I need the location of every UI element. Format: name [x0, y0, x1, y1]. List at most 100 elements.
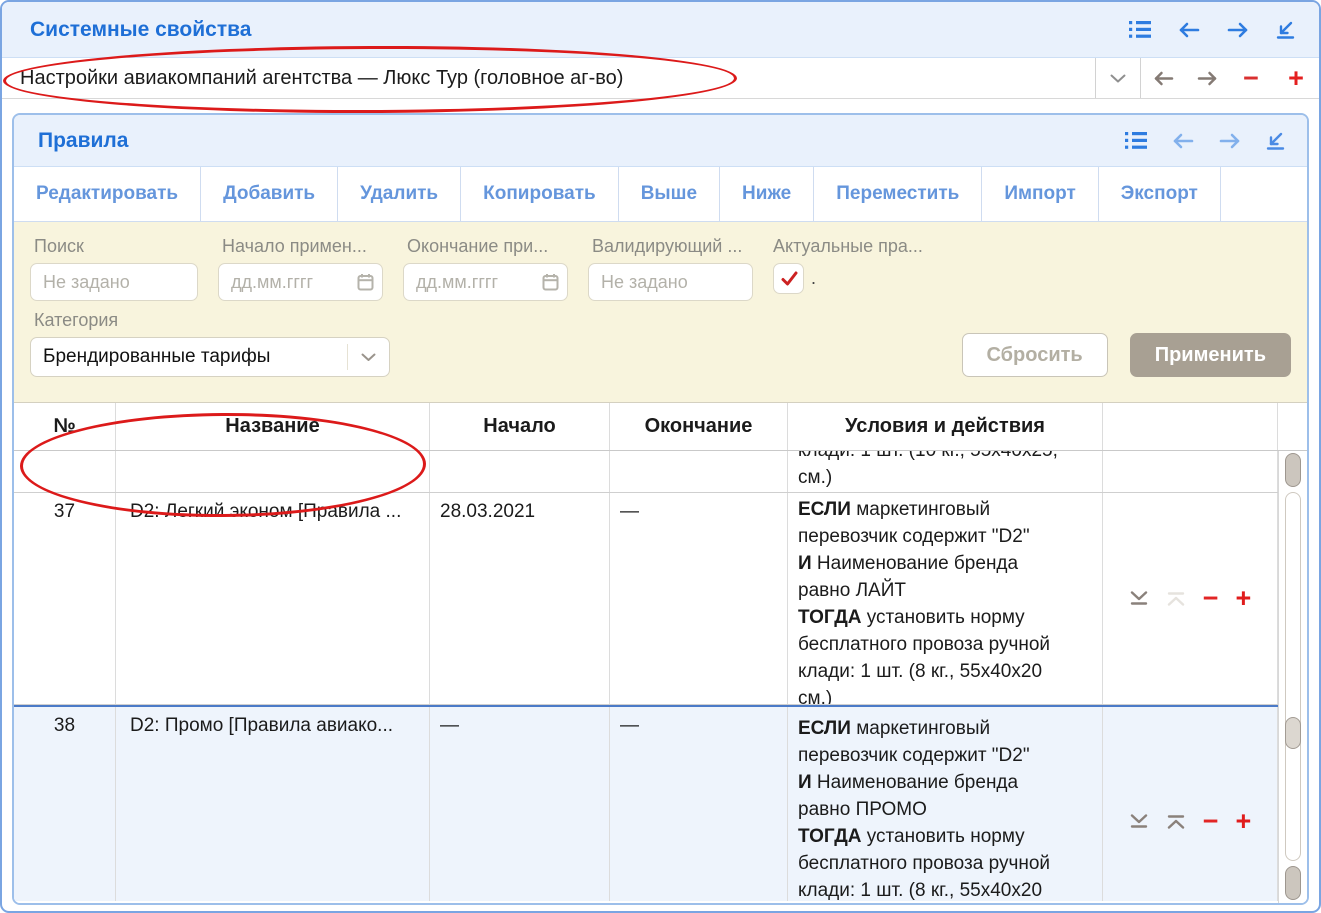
move-button[interactable]: Переместить	[814, 167, 982, 221]
condition-line: И Наименование бренда	[798, 550, 1094, 577]
export-button[interactable]: Экспорт	[1099, 167, 1221, 221]
arrow-left-icon[interactable]	[1178, 22, 1200, 38]
arrow-left-icon[interactable]	[1172, 133, 1194, 149]
rules-table-header: № Название Начало Окончание Условия и де…	[14, 403, 1307, 451]
actual-rules-checkbox[interactable]	[773, 263, 804, 294]
column-header-end[interactable]: Окончание	[610, 403, 788, 450]
rule-row[interactable]: клади: 1 шт. (10 кг., 55х40х25,см.)	[14, 451, 1307, 493]
conditions-text: ЕСЛИ маркетинговыйперевозчик содержит "D…	[798, 496, 1094, 704]
rule-conditions-cell: клади: 1 шт. (10 кг., 55х40х25,см.)	[788, 451, 1103, 492]
copy-button[interactable]: Копировать	[461, 167, 619, 221]
scroll-up-button[interactable]	[1285, 453, 1301, 487]
condition-line: перевозчик содержит "D2"	[798, 742, 1094, 769]
column-header-actions	[1103, 403, 1278, 450]
rule-conditions-cell: ЕСЛИ маркетинговыйперевозчик содержит "D…	[788, 493, 1103, 704]
category-select[interactable]: Брендированные тарифы	[30, 337, 390, 377]
arrow-left-icon[interactable]	[1141, 58, 1185, 98]
edit-button[interactable]: Редактировать	[14, 167, 201, 221]
checkmark-icon	[779, 270, 799, 288]
move-to-top-icon[interactable]	[1166, 814, 1186, 829]
arrow-right-icon[interactable]	[1227, 22, 1249, 38]
rule-row-actions: −+	[1103, 493, 1278, 704]
remove-icon[interactable]: −	[1203, 585, 1219, 612]
category-filter: Категория Брендированные тарифы	[30, 306, 390, 377]
end-date-label: Окончание при...	[407, 236, 568, 257]
list-icon[interactable]	[1129, 21, 1151, 38]
context-selector-value: Настройки авиакомпаний агентства — Люкс …	[2, 67, 623, 90]
arrow-right-icon[interactable]	[1185, 58, 1229, 98]
scrollbar[interactable]	[1278, 451, 1307, 903]
rules-table-body: клади: 1 шт. (10 кг., 55х40х25,см.)37D2:…	[14, 451, 1307, 903]
window-title: Системные свойства	[30, 18, 251, 42]
checkbox-suffix: .	[811, 268, 816, 289]
move-to-end-icon[interactable]	[1129, 591, 1149, 606]
validator-filter: Валидирующий ...	[588, 232, 753, 301]
end-date-filter: Окончание при...	[403, 232, 568, 301]
rules-toolbar: Редактировать Добавить Удалить Копироват…	[14, 167, 1307, 222]
reset-button[interactable]: Сбросить	[962, 333, 1108, 377]
list-icon[interactable]	[1125, 132, 1147, 149]
dock-icon[interactable]	[1276, 21, 1295, 39]
column-header-conditions[interactable]: Условия и действия	[788, 403, 1103, 450]
dock-icon[interactable]	[1266, 132, 1285, 150]
calendar-icon[interactable]	[357, 273, 374, 291]
toolbar-filler	[1221, 167, 1307, 221]
rule-name-cell	[116, 451, 430, 492]
start-date-filter: Начало примен...	[218, 232, 383, 301]
chevron-down-icon[interactable]	[1096, 58, 1140, 98]
rule-row[interactable]: 38D2: Промо [Правила авиако...——ЕСЛИ мар…	[14, 705, 1307, 901]
move-to-end-icon[interactable]	[1129, 814, 1149, 829]
delete-button[interactable]: Удалить	[338, 167, 461, 221]
start-date-label: Начало примен...	[222, 236, 383, 257]
minus-icon[interactable]: −	[1229, 58, 1273, 98]
rule-conditions-cell: ЕСЛИ маркетинговыйперевозчик содержит "D…	[788, 707, 1103, 901]
scroll-down-button[interactable]	[1285, 866, 1301, 900]
column-header-start[interactable]: Начало	[430, 403, 610, 450]
arrow-right-icon[interactable]	[1219, 133, 1241, 149]
window-header: Системные свойства	[2, 2, 1319, 58]
condition-line: ЕСЛИ маркетинговый	[798, 496, 1094, 523]
scroll-thumb[interactable]	[1285, 717, 1301, 749]
condition-line: бесплатного провоза ручной	[798, 850, 1094, 877]
chevron-down-icon	[347, 344, 389, 370]
add-button[interactable]: Добавить	[201, 167, 338, 221]
apply-button[interactable]: Применить	[1130, 333, 1291, 377]
condition-line: ТОГДА установить норму	[798, 823, 1094, 850]
filter-area: Поиск Начало примен... Окончание при...	[14, 222, 1307, 403]
search-label: Поиск	[34, 236, 198, 257]
actual-rules-label: Актуальные пра...	[773, 236, 923, 257]
rule-row[interactable]: 37D2: Легкий эконом [Правила ...28.03.20…	[14, 493, 1307, 705]
rule-start-cell: —	[430, 707, 610, 901]
rule-start-cell	[430, 451, 610, 492]
category-label: Категория	[34, 310, 390, 331]
condition-line: И Наименование бренда	[798, 769, 1094, 796]
actual-rules-filter: Актуальные пра... .	[773, 232, 923, 294]
search-input[interactable]	[30, 263, 198, 301]
calendar-icon[interactable]	[542, 273, 559, 291]
rule-row-actions: −+	[1103, 707, 1278, 901]
plus-icon[interactable]: +	[1273, 58, 1319, 98]
column-header-num[interactable]: №	[14, 403, 116, 450]
rule-num-cell: 38	[14, 707, 116, 901]
remove-icon[interactable]: −	[1203, 808, 1219, 835]
condition-line: см.)	[798, 464, 1094, 491]
rules-panel-title: Правила	[38, 129, 128, 153]
move-up-button[interactable]: Выше	[619, 167, 720, 221]
scroll-track[interactable]	[1285, 492, 1301, 861]
validator-input[interactable]	[588, 263, 753, 301]
column-header-name[interactable]: Название	[116, 403, 430, 450]
column-header-scroll	[1278, 403, 1307, 450]
move-to-top-icon[interactable]	[1166, 591, 1186, 606]
rule-num-cell: 37	[14, 493, 116, 704]
rule-num-cell	[14, 451, 116, 492]
condition-line: клади: 1 шт. (8 кг., 55х40х20	[798, 877, 1094, 901]
move-down-button[interactable]: Ниже	[720, 167, 814, 221]
rule-name-cell: D2: Промо [Правила авиако...	[116, 707, 430, 901]
condition-line: ТОГДА установить норму	[798, 604, 1094, 631]
context-selector-row: Настройки авиакомпаний агентства — Люкс …	[2, 58, 1319, 99]
rule-end-cell: —	[610, 707, 788, 901]
conditions-text: клади: 1 шт. (10 кг., 55х40х25,см.)	[798, 451, 1094, 491]
add-icon[interactable]: +	[1236, 585, 1252, 612]
import-button[interactable]: Импорт	[982, 167, 1098, 221]
add-icon[interactable]: +	[1236, 808, 1252, 835]
